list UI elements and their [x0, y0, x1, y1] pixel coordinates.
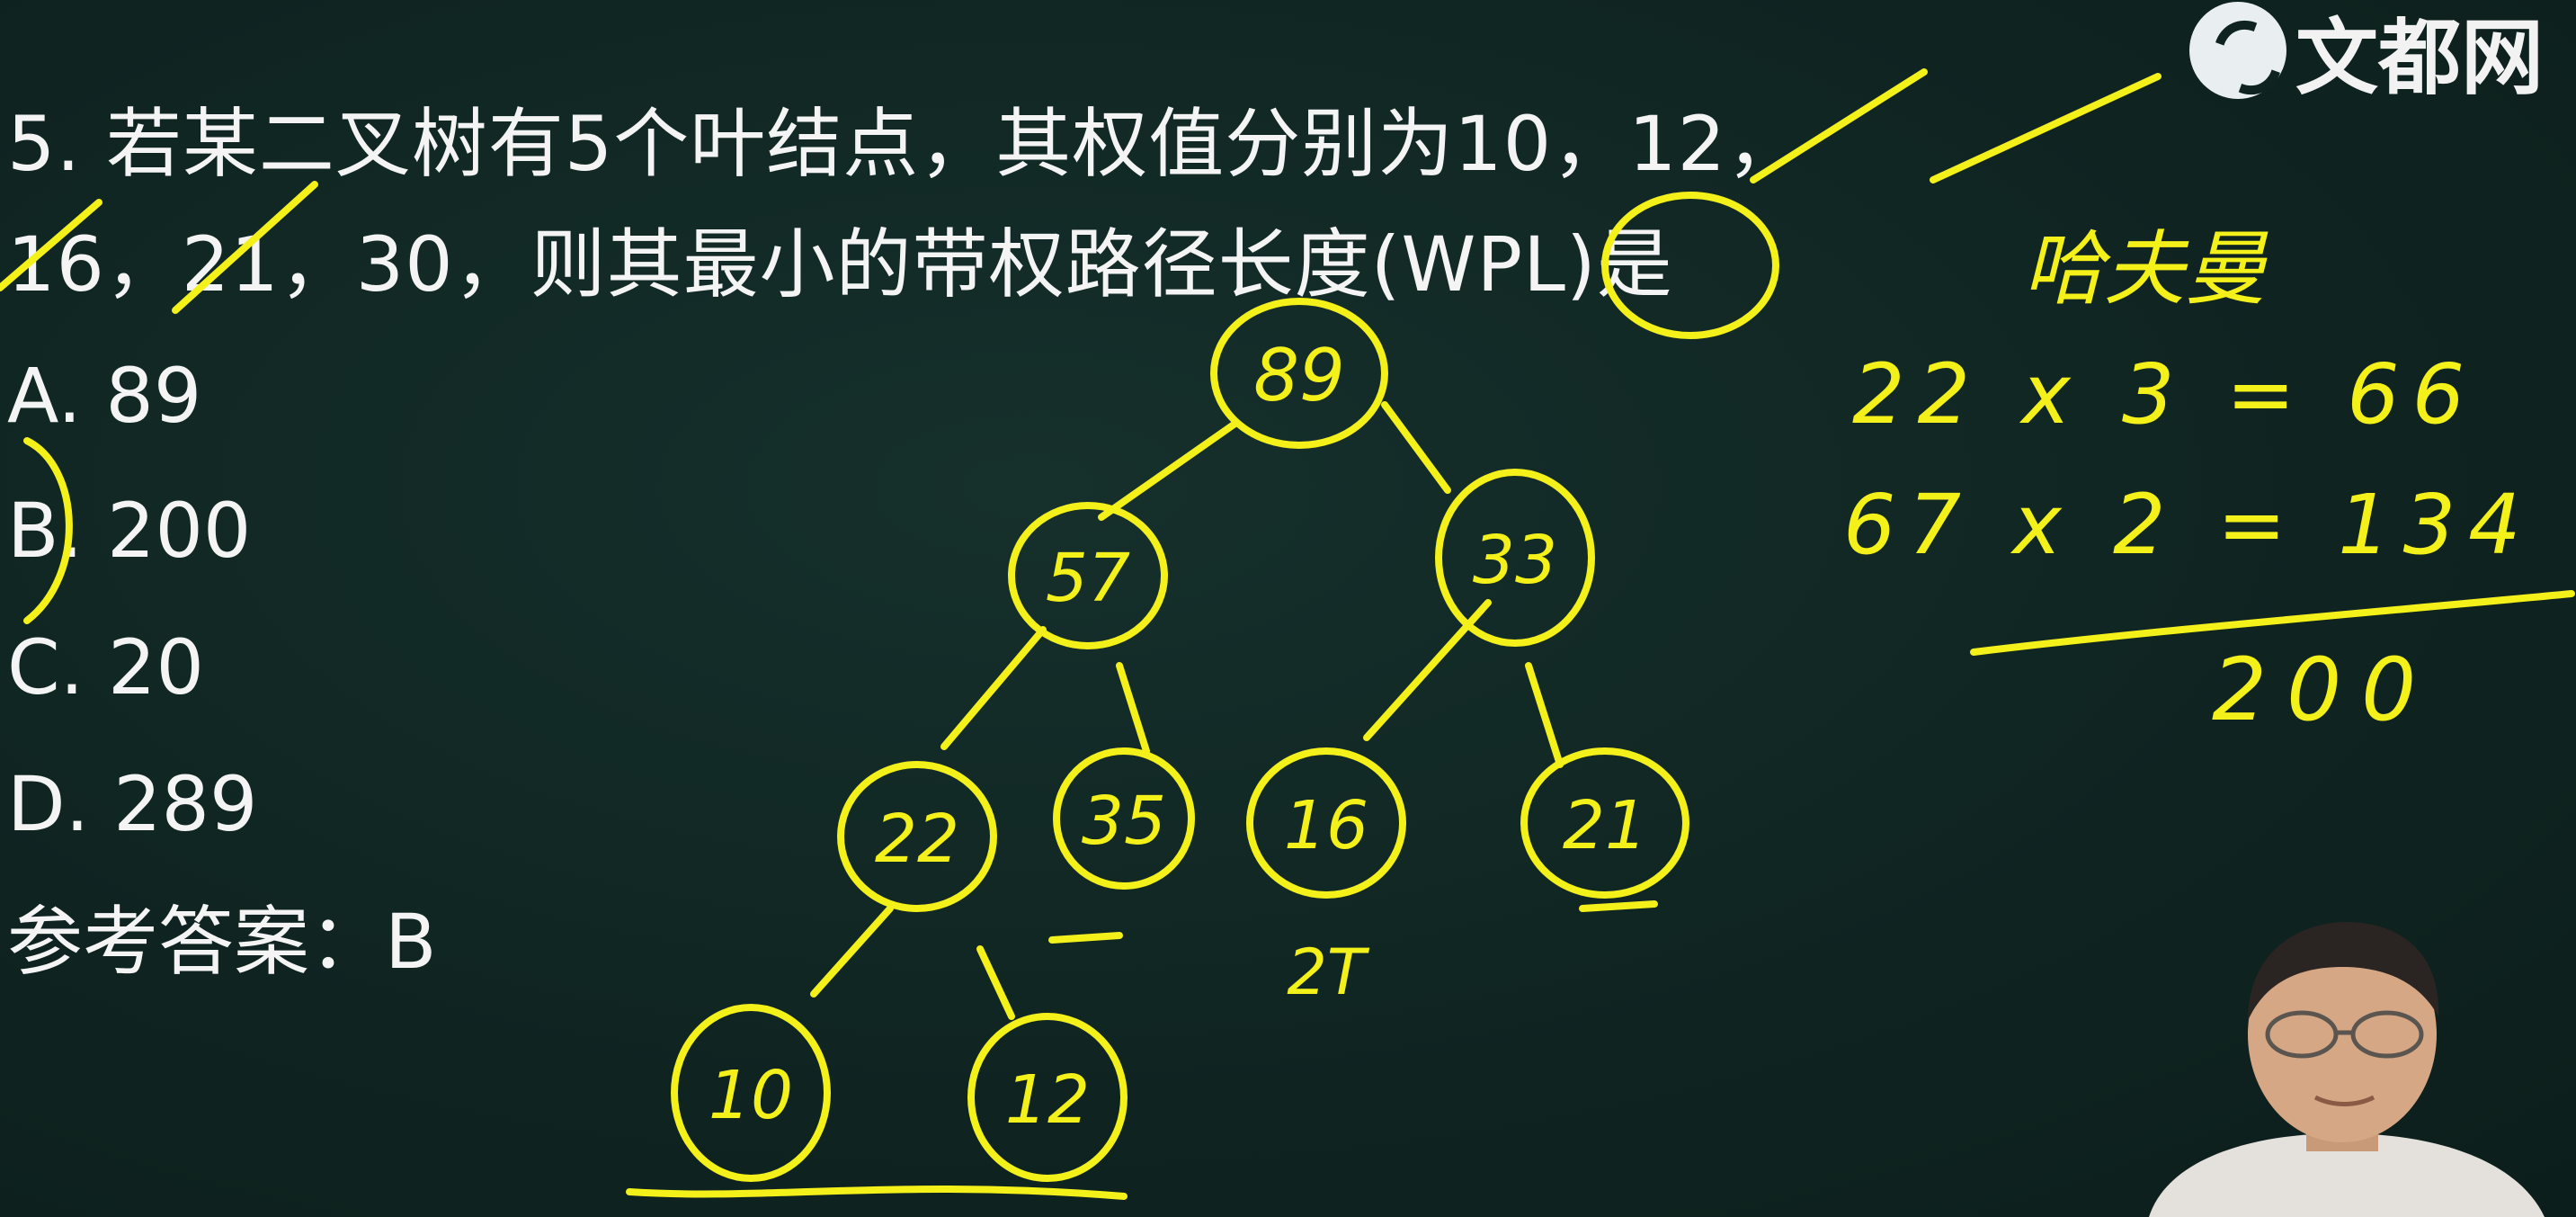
tree-node-89-label: 89	[1253, 334, 1345, 417]
tree-node-57: 57	[1008, 502, 1168, 649]
tree-node-22-label: 22	[875, 801, 959, 878]
tree-node-89: 89	[1210, 298, 1388, 449]
notes-line-1: 22 x 3 = 66	[1852, 346, 2477, 443]
tree-node-21-label: 21	[1563, 787, 1647, 864]
strike-mark-12	[1930, 73, 2162, 183]
tree-node-16: 16	[1246, 747, 1406, 899]
tree-node-10: 10	[671, 1004, 831, 1182]
tree-node-12: 12	[967, 1013, 1128, 1182]
notes-line-2: 67 x 2 = 134	[1843, 477, 2534, 573]
wpl-circle	[1601, 192, 1779, 339]
tree-node-12-label: 12	[1005, 1061, 1090, 1139]
strike-mark-10	[1750, 68, 1928, 183]
option-b-circle	[23, 437, 73, 624]
level-mark: 2T	[1287, 935, 1370, 1009]
notes-total: 200	[2212, 640, 2436, 740]
strike-mark-16	[0, 199, 103, 291]
tree-node-21: 21	[1520, 747, 1689, 899]
presenter-video	[2149, 922, 2545, 1217]
tree-node-33-label: 33	[1473, 522, 1557, 599]
notes-title: 哈夫曼	[2023, 222, 2268, 317]
tree-node-35: 35	[1053, 747, 1195, 890]
tree-node-16-label: 16	[1284, 787, 1368, 864]
strike-mark-21	[172, 181, 318, 314]
tree-node-57-label: 57	[1046, 540, 1130, 617]
tree-edges	[810, 401, 1564, 1020]
tree-node-35-label: 35	[1082, 783, 1166, 860]
leaf-underlines	[626, 900, 1658, 1200]
tree-node-10-label: 10	[709, 1057, 793, 1134]
tree-node-33: 33	[1435, 469, 1595, 647]
tree-node-22: 22	[837, 761, 997, 912]
